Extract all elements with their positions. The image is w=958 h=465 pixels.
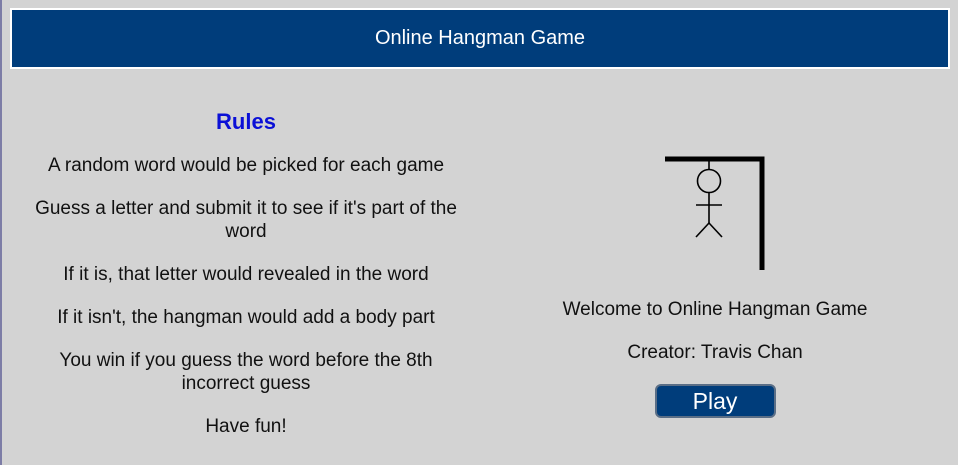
rule-item-2: Guess a letter and submit it to see if i… — [35, 198, 457, 243]
rule-item-4: If it isn't, the hangman would add a bod… — [57, 307, 435, 329]
rules-section: Rules A random word would be picked for … — [20, 109, 472, 458]
left-edge — [0, 0, 2, 465]
hangman-gallows-icon — [665, 156, 765, 270]
play-button[interactable]: Play — [654, 384, 776, 418]
creator-text: Creator: Travis Chan — [627, 342, 803, 363]
hangman-page: Online Hangman Game Rules A random word … — [0, 0, 958, 465]
gallows-frame — [665, 156, 765, 270]
welcome-text: Welcome to Online Hangman Game — [562, 299, 868, 320]
page-title: Online Hangman Game — [374, 27, 586, 49]
rule-item-3: If it is, that letter would revealed in … — [63, 264, 429, 286]
rule-item-5: You win if you guess the word before the… — [59, 350, 433, 395]
rules-title: Rules — [216, 109, 276, 134]
hangman-figure — [695, 159, 723, 238]
page-header: Online Hangman Game — [10, 8, 950, 69]
welcome-section: Welcome to Online Hangman Game Creator: … — [494, 150, 936, 418]
rule-item-1: A random word would be picked for each g… — [47, 155, 445, 177]
rule-item-6: Have fun! — [205, 416, 287, 438]
